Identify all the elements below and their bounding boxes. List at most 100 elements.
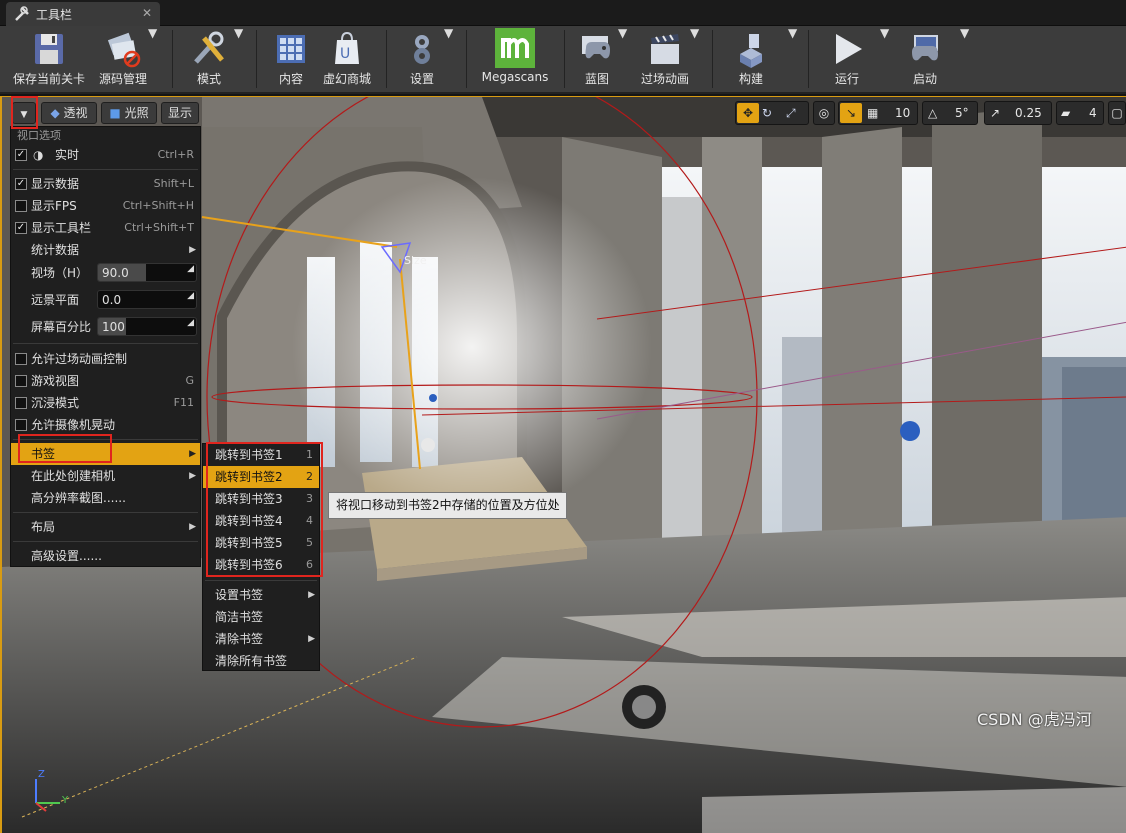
launch-icon bbox=[912, 35, 938, 61]
allow-cinematic-checkbox[interactable] bbox=[15, 353, 27, 365]
rotate-tool-icon[interactable]: ↻ bbox=[762, 102, 772, 124]
screen-percentage-value: 100 bbox=[102, 320, 125, 334]
blueprint-dropdown-icon[interactable]: ▼ bbox=[618, 26, 627, 40]
build-button[interactable]: 构建 bbox=[722, 26, 780, 94]
bookmark-2-shortcut: 2 bbox=[306, 470, 313, 483]
menu-item-compact-bookmarks[interactable]: 简洁书签 bbox=[203, 606, 319, 628]
rotation-snap-icon[interactable]: △ bbox=[928, 102, 937, 124]
save-button[interactable]: 保存当前关卡 bbox=[8, 26, 90, 94]
menu-item-show-stats[interactable]: ✓ 显示数据 Shift+L bbox=[11, 173, 200, 195]
menu-item-high-res-screenshot[interactable]: 高分辨率截图...... bbox=[11, 487, 200, 509]
immersive-checkbox[interactable] bbox=[15, 397, 27, 409]
cinematics-button[interactable]: 过场动画 bbox=[636, 26, 694, 94]
realtime-checkbox[interactable]: ✓ bbox=[15, 149, 27, 161]
chevron-down-icon: ▼ bbox=[20, 110, 28, 120]
settings-dropdown-icon[interactable]: ▼ bbox=[444, 26, 453, 40]
menu-item-immersive[interactable]: 沉浸模式 F11 bbox=[11, 392, 200, 414]
menu-item-stats[interactable]: 统计数据 ▶ bbox=[11, 239, 200, 261]
menu-item-allow-cinematic[interactable]: 允许过场动画控制 bbox=[11, 348, 200, 370]
resize-handle-icon: ◢ bbox=[187, 318, 194, 328]
menu-item-create-camera[interactable]: 在此处创建相机 ▶ bbox=[11, 465, 200, 487]
scale-snap-icon[interactable]: ↗ bbox=[990, 102, 1000, 124]
move-tool-icon[interactable]: ✥ bbox=[737, 103, 759, 123]
menu-item-screen-percentage: 屏幕百分比 100 ◢ bbox=[11, 316, 200, 338]
modes-dropdown-icon[interactable]: ▼ bbox=[234, 26, 243, 40]
megascans-label: Megascans bbox=[481, 70, 549, 84]
jump-to-bookmark-4[interactable]: 跳转到书签4 4 bbox=[203, 510, 319, 532]
show-fps-checkbox[interactable] bbox=[15, 200, 27, 212]
menu-item-game-view[interactable]: 游戏视图 G bbox=[11, 370, 200, 392]
menu-item-realtime[interactable]: ✓ ◑ 实时 Ctrl+R bbox=[11, 144, 200, 166]
toolbar-tab[interactable]: 工具栏 ✕ bbox=[6, 2, 160, 26]
menu-item-camera-shake[interactable]: 允许摄像机晃动 bbox=[11, 414, 200, 436]
grid-snap-icon[interactable]: ▦ bbox=[867, 102, 878, 124]
compact-bookmarks-label: 简洁书签 bbox=[215, 610, 264, 624]
build-dropdown-icon[interactable]: ▼ bbox=[788, 26, 797, 40]
megascans-button[interactable]: Megascans bbox=[476, 26, 554, 94]
viewport-options-button[interactable]: ▼ bbox=[12, 102, 36, 124]
show-toolbar-checkbox[interactable]: ✓ bbox=[15, 222, 27, 234]
perspective-button[interactable]: ◆ 透视 bbox=[41, 102, 97, 124]
modes-button[interactable]: 模式 bbox=[178, 26, 240, 94]
marketplace-label: 虚幻商城 bbox=[322, 72, 371, 86]
maximize-icon: ▢ bbox=[1111, 106, 1123, 120]
game-view-label: 游戏视图 bbox=[31, 374, 80, 388]
advanced-settings-label: 高级设置...... bbox=[31, 549, 102, 563]
rotation-snap-value[interactable]: 5° bbox=[955, 102, 969, 124]
jump-to-bookmark-5[interactable]: 跳转到书签5 5 bbox=[203, 532, 319, 554]
main-toolbar: 保存当前关卡 源码管理 ▼ 模式 ▼ 内容 U 虚幻商城 设置 ▼ Megasc… bbox=[0, 26, 1126, 94]
realtime-label: 实时 bbox=[55, 148, 80, 162]
lit-cube-icon: ■ bbox=[109, 106, 121, 120]
source-control-dropdown-icon[interactable]: ▼ bbox=[148, 26, 157, 40]
surface-snap-icon[interactable]: ↘ bbox=[840, 103, 862, 123]
jump-to-bookmark-1[interactable]: 跳转到书签1 1 bbox=[203, 444, 319, 466]
far-plane-input[interactable]: 0.0 ◢ bbox=[97, 290, 197, 309]
launch-button[interactable]: 启动 bbox=[896, 26, 954, 94]
jump-to-bookmark-3[interactable]: 跳转到书签3 3 bbox=[203, 488, 319, 510]
settings-button[interactable]: 设置 bbox=[392, 26, 452, 94]
camera-shake-checkbox[interactable] bbox=[15, 419, 27, 431]
content-label: 内容 bbox=[278, 72, 303, 86]
marketplace-bag-icon: U bbox=[335, 31, 359, 64]
lit-mode-button[interactable]: ■ 光照 bbox=[101, 102, 157, 124]
play-dropdown-icon[interactable]: ▼ bbox=[880, 26, 889, 40]
world-local-toggle[interactable]: ◎ bbox=[813, 101, 835, 125]
viewport-options-menu: 视口选项 ✓ ◑ 实时 Ctrl+R ✓ 显示数据 Shift+L 显示FPS … bbox=[10, 126, 201, 567]
content-button[interactable]: 内容 bbox=[262, 26, 320, 94]
watermark: CSDN @虎冯河 bbox=[977, 710, 1092, 729]
show-stats-label: 显示数据 bbox=[31, 177, 80, 191]
show-stats-checkbox[interactable]: ✓ bbox=[15, 178, 27, 190]
clear-all-bookmarks-label: 清除所有书签 bbox=[215, 654, 288, 668]
menu-item-advanced-settings[interactable]: 高级设置...... bbox=[11, 545, 200, 567]
scale-tool-icon[interactable]: ⤢ bbox=[786, 102, 796, 124]
scale-snap-value[interactable]: 0.25 bbox=[1015, 102, 1042, 124]
camera-speed-group[interactable]: ▰ 4 bbox=[1056, 101, 1104, 125]
menu-item-clear-bookmark[interactable]: 清除书签 ▶ bbox=[203, 628, 319, 650]
level-viewport[interactable]: Size Z Y ▼ ◆ 透视 ■ 光照 显示 ✥ ↻ ⤢ ◎ ↘ ▦ 10 △… bbox=[0, 96, 1126, 833]
create-camera-label: 在此处创建相机 bbox=[31, 469, 116, 483]
menu-item-set-bookmark[interactable]: 设置书签 ▶ bbox=[203, 584, 319, 606]
bookmark-3-shortcut: 3 bbox=[306, 492, 313, 505]
close-tab-icon[interactable]: ✕ bbox=[142, 6, 152, 20]
menu-item-show-fps[interactable]: 显示FPS Ctrl+Shift+H bbox=[11, 195, 200, 217]
maximize-viewport-button[interactable]: ▢ bbox=[1108, 101, 1126, 125]
play-button[interactable]: 运行 bbox=[818, 26, 876, 94]
fov-input[interactable]: 90.0 ◢ bbox=[97, 263, 197, 282]
jump-to-bookmark-6[interactable]: 跳转到书签6 6 bbox=[203, 554, 319, 576]
screen-percentage-input[interactable]: 100 ◢ bbox=[97, 317, 197, 336]
menu-item-show-toolbar[interactable]: ✓ 显示工具栏 Ctrl+Shift+T bbox=[11, 217, 200, 239]
source-control-button[interactable]: 源码管理 bbox=[92, 26, 154, 94]
marketplace-button[interactable]: U 虚幻商城 bbox=[318, 26, 376, 94]
jump-to-bookmark-2[interactable]: 跳转到书签2 2 bbox=[203, 466, 319, 488]
blueprint-gamepad-icon bbox=[582, 36, 610, 59]
menu-item-clear-all-bookmarks[interactable]: 清除所有书签 bbox=[203, 650, 319, 672]
game-view-checkbox[interactable] bbox=[15, 375, 27, 387]
launch-dropdown-icon[interactable]: ▼ bbox=[960, 26, 969, 40]
blueprint-button[interactable]: 蓝图 bbox=[570, 26, 624, 94]
menu-item-bookmarks[interactable]: 书签 ▶ bbox=[11, 443, 200, 465]
grid-snap-value[interactable]: 10 bbox=[895, 102, 910, 124]
clear-bookmark-label: 清除书签 bbox=[215, 632, 264, 646]
show-button[interactable]: 显示 bbox=[161, 102, 199, 124]
menu-item-layouts[interactable]: 布局 ▶ bbox=[11, 516, 200, 538]
cinematics-dropdown-icon[interactable]: ▼ bbox=[690, 26, 699, 40]
